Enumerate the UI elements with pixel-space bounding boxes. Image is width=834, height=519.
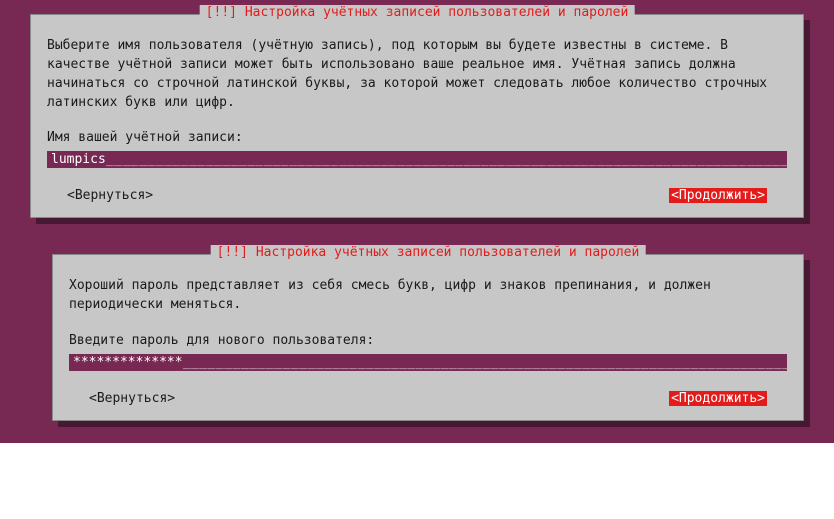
instructions-text: Выберите имя пользователя (учётную запис…	[47, 37, 787, 112]
password-config-screen: [!!] Настройка учётных записей пользоват…	[0, 240, 834, 443]
input-underline	[106, 152, 787, 167]
dialog-title: [!!] Настройка учётных записей пользоват…	[211, 245, 646, 260]
instructions-text: Хороший пароль представляет из себя смес…	[69, 277, 787, 315]
input-underline	[183, 355, 787, 370]
back-button[interactable]: <Вернуться>	[67, 188, 153, 203]
continue-button[interactable]: <Продолжить>	[669, 391, 767, 406]
username-dialog: [!!] Настройка учётных записей пользоват…	[30, 14, 804, 218]
password-dialog: [!!] Настройка учётных записей пользоват…	[52, 254, 804, 421]
continue-button[interactable]: <Продолжить>	[669, 188, 767, 203]
password-input[interactable]: **************	[69, 354, 787, 371]
back-button[interactable]: <Вернуться>	[89, 391, 175, 406]
username-config-screen: [!!] Настройка учётных записей пользоват…	[0, 0, 834, 240]
button-row: <Вернуться> <Продолжить>	[47, 184, 787, 203]
password-prompt: Введите пароль для нового пользователя:	[69, 333, 787, 348]
username-prompt: Имя вашей учётной записи:	[47, 130, 787, 145]
username-input[interactable]: lumpics	[47, 151, 787, 168]
dialog-title: [!!] Настройка учётных записей пользоват…	[200, 5, 635, 20]
username-value: lumpics	[51, 152, 106, 167]
button-row: <Вернуться> <Продолжить>	[69, 387, 787, 406]
password-value: **************	[73, 355, 183, 370]
